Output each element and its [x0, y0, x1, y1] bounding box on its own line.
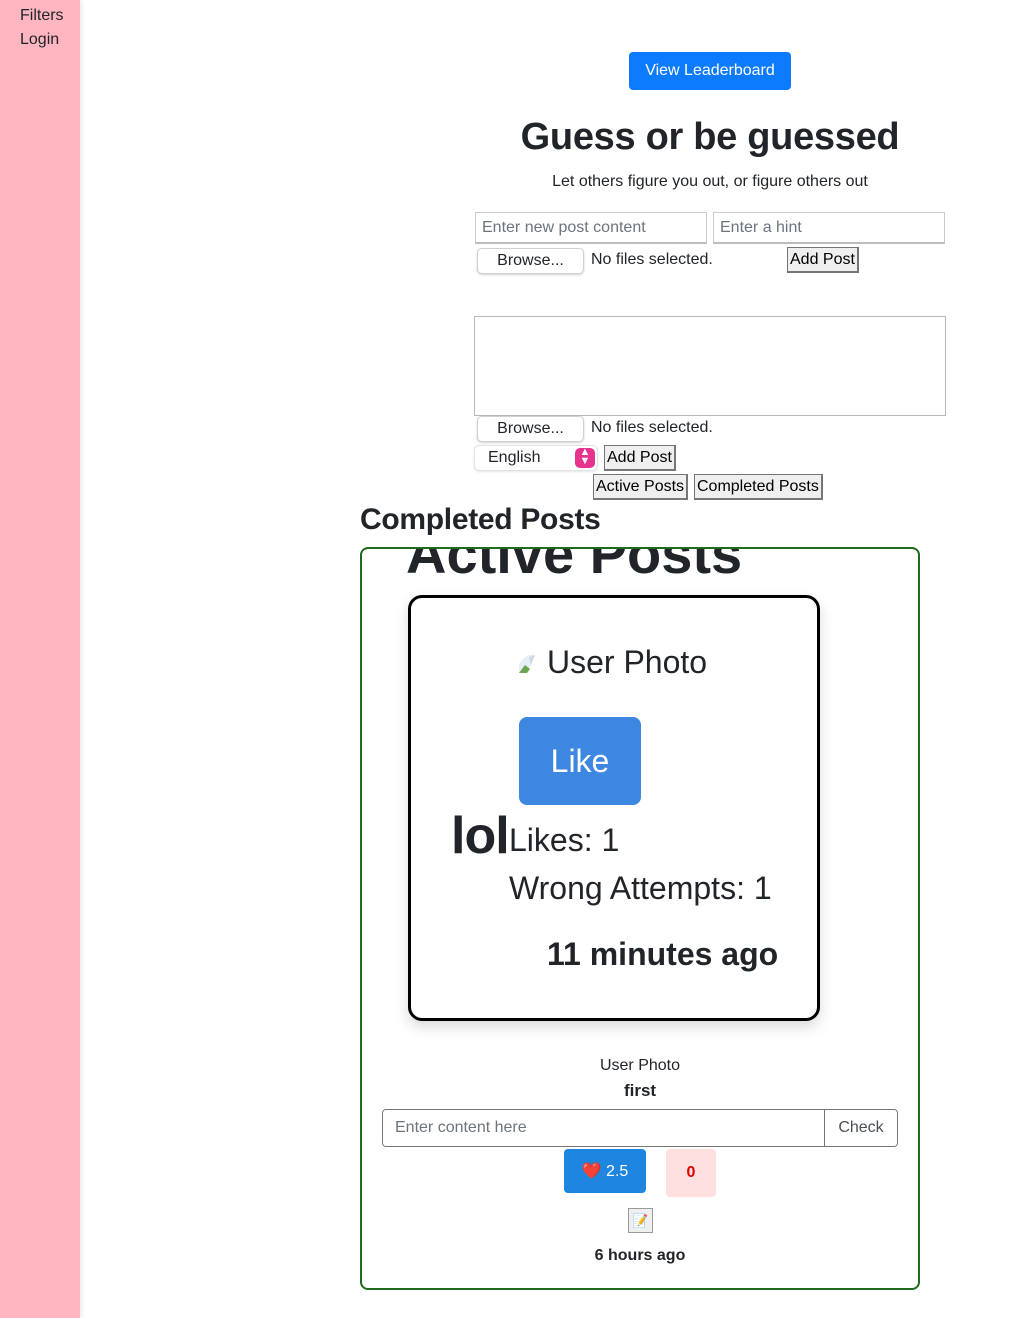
post-card: User Photo Like lol Likes: 1 Wrong Attem… [408, 595, 820, 1021]
page-title: Guess or be guessed [520, 116, 900, 158]
add-post-button-2[interactable]: Add Post [604, 445, 676, 471]
tab-active-posts[interactable]: Active Posts [593, 474, 689, 500]
guess-group: Check [382, 1109, 898, 1147]
post-time: 11 minutes ago [547, 936, 779, 972]
edit-icon[interactable]: 📝 [628, 1208, 653, 1233]
user-photo-alt: User Photo [547, 644, 708, 680]
tab-completed-posts[interactable]: Completed Posts [694, 474, 823, 500]
file-status-2: No files selected. [591, 419, 713, 436]
heart-like-button[interactable]: ❤️ 2.5 [564, 1149, 646, 1193]
section-title: Completed Posts [360, 503, 601, 536]
like-button[interactable]: Like [519, 717, 641, 805]
active-posts-heading: Active Posts [406, 547, 743, 585]
post-content-input[interactable] [475, 212, 707, 244]
post-content: lol [451, 807, 510, 865]
chevron-updown-icon: ▲ ▼ [575, 447, 595, 468]
post-time-2: 6 hours ago [594, 1247, 686, 1264]
add-post-button[interactable]: Add Post [787, 247, 859, 273]
language-value: English [488, 449, 541, 466]
post-content-2: first [623, 1081, 657, 1100]
check-button[interactable]: Check [825, 1110, 897, 1146]
likes-count: Likes: 1 [509, 822, 620, 858]
view-leaderboard-button[interactable]: View Leaderboard [629, 52, 791, 90]
user-photo: User Photo [517, 644, 707, 681]
post-textarea[interactable] [474, 316, 946, 416]
file-status: No files selected. [591, 251, 713, 268]
wrong-attempts: Wrong Attempts: 1 [509, 870, 772, 906]
sidebar: Filters Login [0, 0, 80, 1318]
hint-input[interactable] [713, 212, 945, 244]
page-subtitle: Let others figure you out, or figure oth… [552, 173, 868, 190]
user-photo-2: User Photo [599, 1057, 681, 1074]
broken-image-icon [517, 646, 547, 673]
browse-button-2[interactable]: Browse... [477, 416, 584, 442]
dislike-count-button[interactable]: 0 [666, 1149, 716, 1197]
guess-input[interactable] [383, 1110, 825, 1146]
completed-posts-panel: Active Posts User Photo Like lol Likes: … [360, 547, 920, 1290]
language-select[interactable]: English ▲ ▼ [474, 445, 598, 471]
browse-button[interactable]: Browse... [477, 248, 584, 274]
sidebar-item-login[interactable]: Login [20, 31, 59, 49]
sidebar-item-filters[interactable]: Filters [20, 7, 64, 25]
